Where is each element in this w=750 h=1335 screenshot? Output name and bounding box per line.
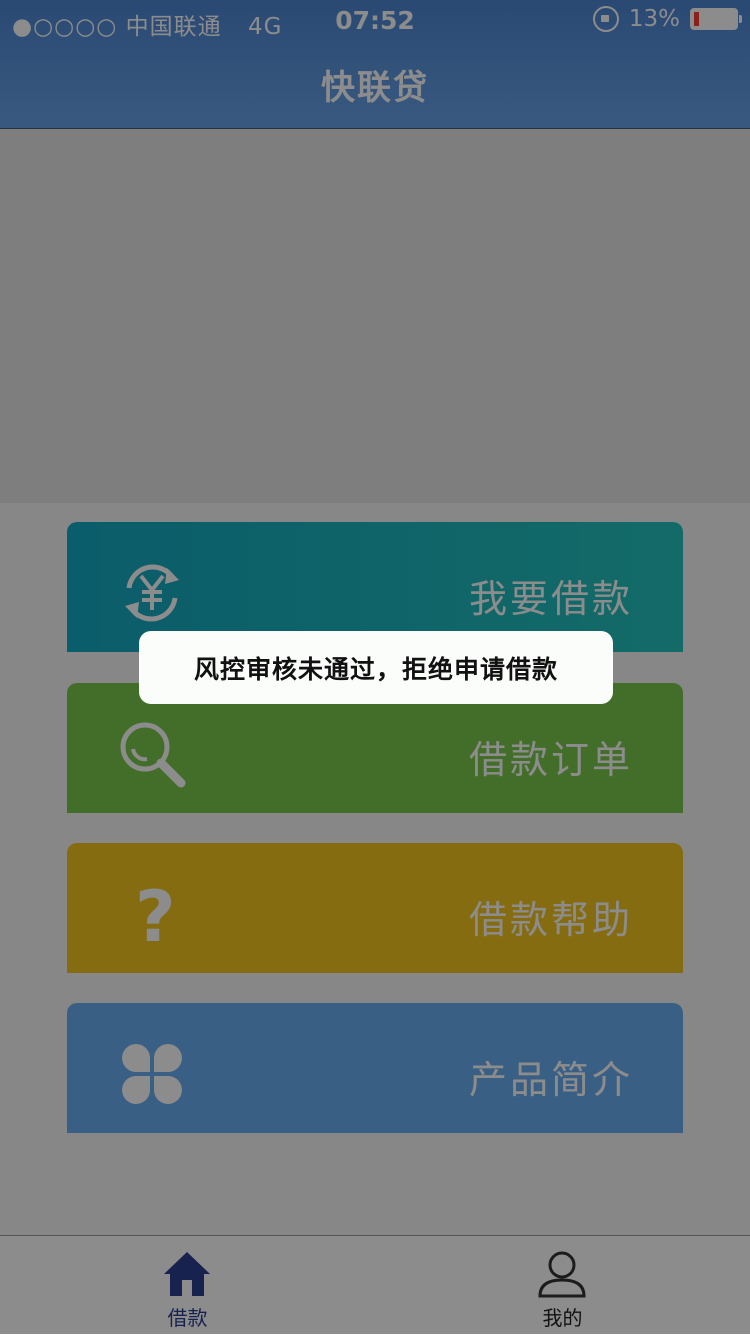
toast-message: 风控审核未通过，拒绝申请借款: [139, 631, 613, 704]
